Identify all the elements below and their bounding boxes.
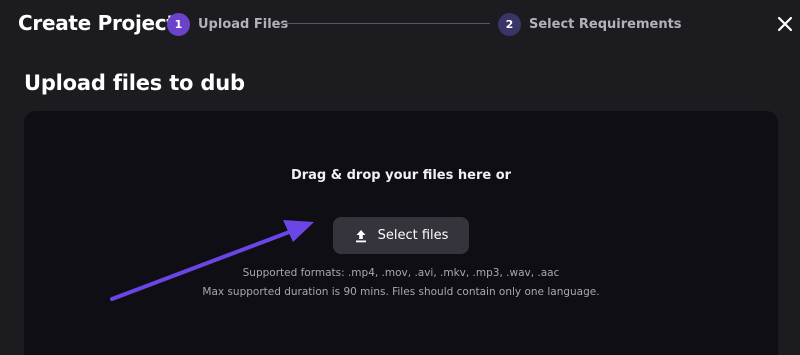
step-connector <box>280 23 490 24</box>
step-label: Select Requirements <box>529 16 682 32</box>
step-select-requirements: 2 Select Requirements <box>498 12 682 36</box>
dropzone-prompt: Drag & drop your files here or <box>290 168 512 183</box>
step-number: 2 <box>498 12 521 36</box>
modal-title: Create Project <box>18 11 176 35</box>
upload-icon <box>355 229 366 242</box>
select-files-button[interactable]: Select files <box>333 217 469 254</box>
close-icon <box>777 16 793 32</box>
file-dropzone[interactable]: Drag & drop your files here or Select fi… <box>24 111 778 355</box>
create-project-modal: Create Project 1 Upload Files 2 Select R… <box>0 0 800 355</box>
duration-note-text: Max supported duration is 90 mins. Files… <box>202 286 600 298</box>
step-upload-files: 1 Upload Files <box>167 12 288 36</box>
step-label: Upload Files <box>198 16 289 32</box>
select-files-label: Select files <box>377 228 449 243</box>
step-number: 1 <box>167 12 190 36</box>
modal-header: Create Project 1 Upload Files 2 Select R… <box>0 0 800 48</box>
section-title: Upload files to dub <box>24 71 245 95</box>
supported-formats-text: Supported formats: .mp4, .mov, .avi, .mk… <box>242 267 560 279</box>
close-button[interactable] <box>774 13 796 35</box>
